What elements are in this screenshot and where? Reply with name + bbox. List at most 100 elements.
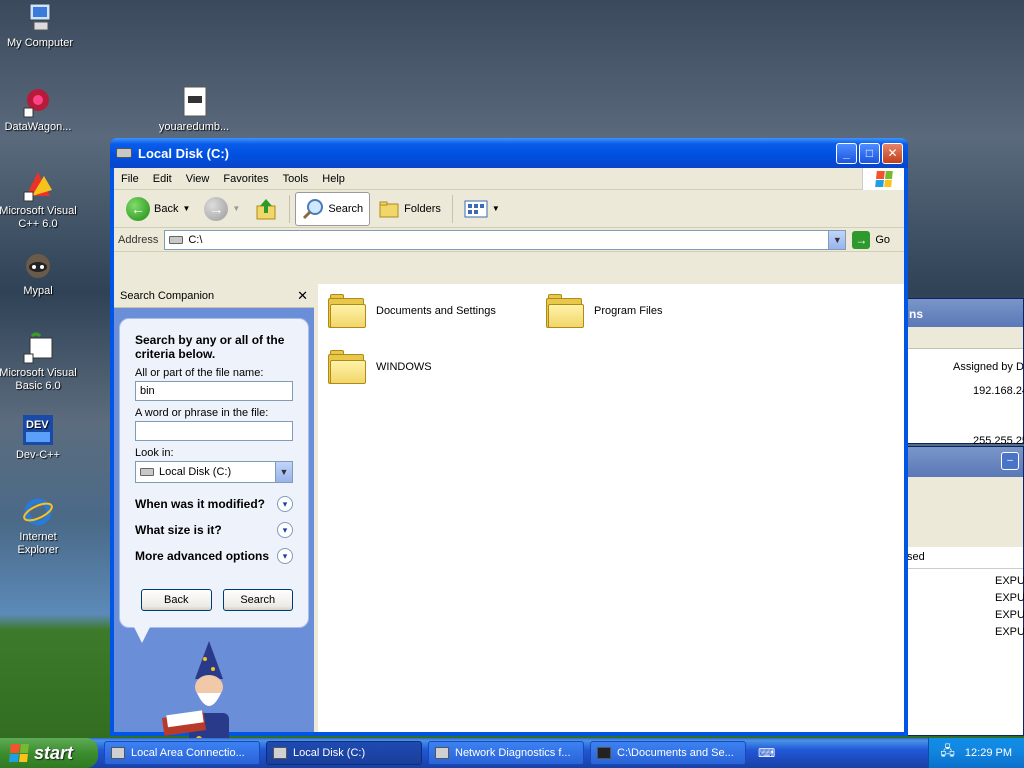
folders-button[interactable]: Folders (372, 192, 447, 226)
chevron-down-icon[interactable]: ▼ (232, 204, 240, 213)
option-modified[interactable]: When was it modified? ▾ (135, 491, 293, 517)
back-button[interactable]: Back (141, 589, 212, 611)
folder-item[interactable]: WINDOWS (328, 350, 432, 384)
back-arrow-icon: ← (126, 196, 150, 221)
address-dropdown-button[interactable]: ▼ (828, 230, 846, 249)
maximize-button[interactable]: □ (859, 142, 880, 164)
folder-icon (328, 294, 366, 328)
7zip-icon (597, 747, 611, 759)
process-row[interactable]: EXPU (995, 609, 1024, 621)
desktop-icon-datawagon[interactable]: DataWagon... (0, 86, 78, 134)
menu-bar: File Edit View Favorites Tools Help (114, 168, 904, 190)
window-title: ns (907, 299, 1023, 327)
start-button[interactable]: start (0, 738, 98, 768)
desktop-icon-youaredumb[interactable]: youaredumb... (154, 86, 234, 134)
desktop-icon-mypal[interactable]: Mypal (0, 250, 78, 298)
menu-help[interactable]: Help (315, 173, 352, 185)
drive-icon (169, 235, 184, 244)
filename-input[interactable]: bin (135, 381, 293, 401)
process-row[interactable]: EXPU (995, 626, 1024, 638)
system-tray: 🖧 12:29 PM (928, 738, 1024, 768)
menu-view[interactable]: View (179, 173, 217, 185)
svg-text:DEV: DEV (26, 419, 49, 431)
chevron-down-icon[interactable]: ▾ (277, 496, 293, 512)
desktop-icon-label: Internet Explorer (17, 531, 59, 556)
companion-header: Search Companion ✕ (114, 284, 314, 308)
chevron-down-icon[interactable]: ▾ (277, 522, 293, 538)
phrase-label: A word or phrase in the file: (135, 407, 269, 419)
visual-cpp-icon (22, 170, 54, 202)
chevron-down-icon[interactable]: ▼ (182, 204, 190, 213)
desktop-icon-visual-basic[interactable]: Microsoft Visual Basic 6.0 (0, 332, 78, 393)
forward-arrow-icon: → (204, 196, 229, 221)
option-label: When was it modified? (135, 497, 266, 511)
drive-icon (116, 148, 132, 158)
window-titlebar[interactable]: Local Disk (C:) _ □ ✕ (110, 138, 908, 168)
task-button[interactable]: Network Diagnostics f... (428, 741, 584, 765)
folder-icon (328, 350, 366, 384)
folder-item[interactable]: Documents and Settings (328, 294, 496, 328)
desktop-icon-label: youaredumb... (158, 121, 230, 133)
menu-favorites[interactable]: Favorites (216, 173, 275, 185)
chevron-down-icon[interactable]: ▾ (277, 548, 293, 564)
network-connection-window[interactable]: ns Assigned by DH 192.168.24 255.255.25 (906, 298, 1024, 447)
menu-tools[interactable]: Tools (276, 173, 316, 185)
task-button[interactable]: C:\Documents and Se... (590, 741, 746, 765)
folder-icon (546, 294, 584, 328)
my-computer-icon (24, 2, 56, 34)
filename-label: All or part of the file name: (135, 367, 264, 379)
process-row[interactable]: EXPU (995, 575, 1024, 587)
back-button[interactable]: ← Back ▼ (120, 192, 196, 226)
lookin-select[interactable]: Local Disk (C:) ▼ (135, 461, 293, 483)
lookin-dropdown-button[interactable]: ▼ (275, 462, 292, 482)
desktop-icon-visual-cpp[interactable]: Microsoft Visual C++ 6.0 (0, 170, 78, 231)
windows-logo-icon (9, 744, 29, 762)
option-advanced[interactable]: More advanced options ▾ (135, 543, 293, 569)
minimize-button[interactable]: _ (836, 142, 857, 164)
go-button[interactable]: → Go (852, 230, 900, 249)
task-button[interactable]: Local Disk (C:) (266, 741, 422, 765)
up-folder-button[interactable] (248, 192, 284, 226)
views-button[interactable]: ▼ (458, 192, 506, 226)
up-folder-icon (256, 198, 276, 219)
network-diagnostics-icon (435, 747, 449, 759)
file-view: Documents and Settings Program Files WIN… (318, 284, 904, 732)
address-bar: Address C:\ ▼ → Go (114, 228, 904, 252)
desktop-icon-label: Microsoft Visual C++ 6.0 (0, 205, 77, 230)
desktop-icon-internet-explorer[interactable]: Internet Explorer (0, 496, 78, 557)
menu-file[interactable]: File (114, 173, 146, 185)
window-title: Local Disk (C:) (138, 145, 230, 161)
close-icon[interactable]: ✕ (297, 288, 308, 304)
close-button[interactable]: ✕ (882, 142, 903, 164)
column-header[interactable]: sed (907, 547, 1023, 569)
menu-edit[interactable]: Edit (146, 173, 179, 185)
option-size[interactable]: What size is it? ▾ (135, 517, 293, 543)
task-manager-window[interactable]: – sed EXPU EXPU EXPU EXPU (906, 446, 1024, 736)
search-button[interactable]: Search (295, 191, 371, 226)
desktop-icon-my-computer[interactable]: My Computer (0, 2, 80, 50)
task-button[interactable]: Local Area Connectio... (104, 741, 260, 765)
folder-item[interactable]: Program Files (546, 294, 662, 328)
search-icon (303, 198, 324, 219)
phrase-input[interactable] (135, 421, 293, 441)
keyboard-icon[interactable]: ⌨ (758, 746, 775, 760)
clock[interactable]: 12:29 PM (965, 747, 1012, 759)
desktop-icon-label: Mypal (23, 285, 53, 297)
desktop-icon-label: Microsoft Visual Basic 6.0 (0, 367, 77, 392)
search-submit-button[interactable]: Search (222, 589, 293, 611)
toolbar: ← Back ▼ → ▼ Search Folders ▼ (114, 190, 904, 228)
search-heading: Search by any or all of the criteria bel… (135, 333, 285, 361)
option-label: What size is it? (135, 523, 222, 537)
drive-icon (140, 468, 154, 476)
desktop-icon-dev-cpp[interactable]: DEV Dev-C++ (0, 414, 78, 462)
forward-button[interactable]: → ▼ (198, 192, 246, 226)
network-tray-icon[interactable]: 🖧 (940, 742, 955, 764)
explorer-window[interactable]: Local Disk (C:) _ □ ✕ File Edit View Fav… (110, 138, 908, 761)
desktop-icon-label: DataWagon... (4, 121, 72, 133)
minimize-button[interactable]: – (1001, 452, 1019, 470)
desktop-icon-label: My Computer (6, 37, 74, 49)
mypal-icon (22, 250, 54, 282)
datawagon-icon (22, 86, 54, 118)
address-input[interactable]: C:\ ▼ (164, 229, 847, 250)
process-row[interactable]: EXPU (995, 592, 1024, 604)
